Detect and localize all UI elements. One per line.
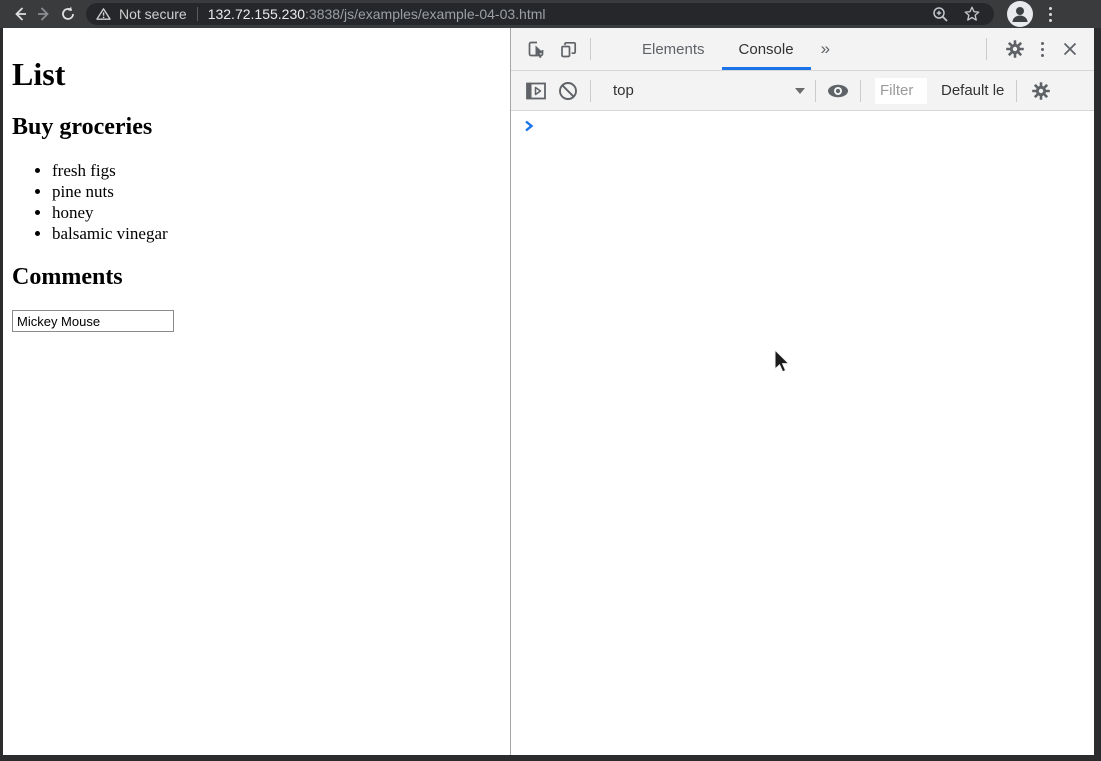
back-button[interactable]	[8, 2, 32, 26]
devtools-panel: Elements Console »	[511, 28, 1094, 755]
tab-elements-label: Elements	[642, 41, 705, 58]
grocery-list: fresh figs pine nuts honey balsamic vine…	[12, 160, 502, 244]
list-item: balsamic vinegar	[52, 223, 502, 244]
console-sidebar-button[interactable]	[524, 79, 548, 103]
forward-icon	[35, 5, 53, 23]
forward-button[interactable]	[32, 2, 56, 26]
devtools-menu-icon	[1041, 42, 1044, 45]
live-expression-button[interactable]	[826, 79, 850, 103]
list-item: fresh figs	[52, 160, 502, 181]
log-levels-dropdown[interactable]: Default le	[941, 82, 1004, 99]
device-toolbar-button[interactable]	[556, 37, 580, 61]
devtools-close-button[interactable]	[1058, 37, 1082, 61]
console-sidebar-icon	[526, 82, 546, 100]
console-gear-icon	[1031, 81, 1051, 101]
browser-toolbar: Not secure 132.72.155.230:3838/js/exampl…	[0, 0, 1101, 28]
inspect-element-button[interactable]	[524, 37, 548, 61]
zoom-button[interactable]	[928, 2, 952, 26]
web-page: List Buy groceries fresh figs pine nuts …	[3, 28, 510, 755]
groceries-heading: Buy groceries	[12, 114, 502, 141]
clear-console-icon	[558, 81, 578, 101]
tab-console[interactable]: Console	[722, 28, 811, 70]
console-toolbar-separator4	[1016, 80, 1017, 102]
url-path: :3838/js/examples/example-04-03.html	[305, 6, 545, 22]
console-filter-input[interactable]	[875, 78, 927, 104]
window-body: List Buy groceries fresh figs pine nuts …	[0, 28, 1101, 761]
list-item: pine nuts	[52, 181, 502, 202]
context-selector[interactable]: top	[613, 82, 805, 99]
url-text: 132.72.155.230:3838/js/examples/example-…	[208, 6, 546, 22]
close-icon	[1062, 41, 1078, 57]
address-bar[interactable]: Not secure 132.72.155.230:3838/js/exampl…	[86, 3, 994, 25]
console-prompt-icon	[524, 119, 534, 133]
profile-button[interactable]	[1007, 1, 1033, 27]
list-item: honey	[52, 202, 502, 223]
comments-heading: Comments	[12, 264, 502, 291]
console-toolbar-separator2	[815, 80, 816, 102]
tab-elements[interactable]: Elements	[625, 28, 722, 70]
comment-input[interactable]	[12, 310, 174, 332]
devtools-menu-icon-dot	[1041, 48, 1044, 51]
console-settings-button[interactable]	[1029, 79, 1053, 103]
url-host: 132.72.155.230	[208, 6, 305, 22]
tabbar-separator	[590, 38, 591, 60]
devtools-menu-button[interactable]	[1041, 42, 1044, 57]
context-selector-value: top	[613, 82, 634, 99]
devtools-settings-button[interactable]	[1003, 37, 1027, 61]
clear-console-button[interactable]	[556, 79, 580, 103]
not-secure-warning-icon	[96, 7, 111, 21]
browser-menu-icon-dot2	[1049, 19, 1052, 22]
inspect-cursor-icon	[526, 39, 547, 60]
console-toolbar: top Default le	[511, 71, 1094, 111]
console-toolbar-separator3	[860, 80, 861, 102]
back-icon	[11, 5, 29, 23]
console-toolbar-separator	[590, 80, 591, 102]
content-area: List Buy groceries fresh figs pine nuts …	[3, 28, 1094, 755]
security-label: Not secure	[119, 6, 187, 22]
more-tabs-button[interactable]: »	[821, 39, 830, 59]
tabbar-separator-right	[986, 38, 987, 60]
reload-icon	[59, 5, 77, 23]
more-tabs-chevrons: »	[821, 39, 830, 58]
profile-avatar-icon	[1009, 3, 1031, 25]
log-levels-value: Default le	[941, 82, 1004, 99]
zoom-in-icon	[932, 6, 949, 23]
omnibox-divider	[197, 7, 198, 21]
eye-icon	[826, 83, 850, 99]
page-title: List	[12, 56, 502, 93]
browser-menu-icon	[1049, 7, 1052, 10]
bookmark-button[interactable]	[960, 2, 984, 26]
devtools-menu-icon-dot2	[1041, 54, 1044, 57]
devtools-tabbar: Elements Console »	[511, 28, 1094, 71]
bookmark-star-icon	[963, 5, 981, 23]
reload-button[interactable]	[56, 2, 80, 26]
device-toolbar-icon	[558, 39, 579, 60]
browser-window: Not secure 132.72.155.230:3838/js/exampl…	[0, 0, 1101, 761]
gear-icon	[1005, 39, 1025, 59]
dropdown-arrow-icon	[795, 88, 805, 94]
browser-menu-icon-dot	[1049, 13, 1052, 16]
tab-console-label: Console	[739, 41, 794, 58]
browser-menu-button[interactable]	[1049, 7, 1052, 22]
console-output-area[interactable]	[511, 111, 1094, 755]
